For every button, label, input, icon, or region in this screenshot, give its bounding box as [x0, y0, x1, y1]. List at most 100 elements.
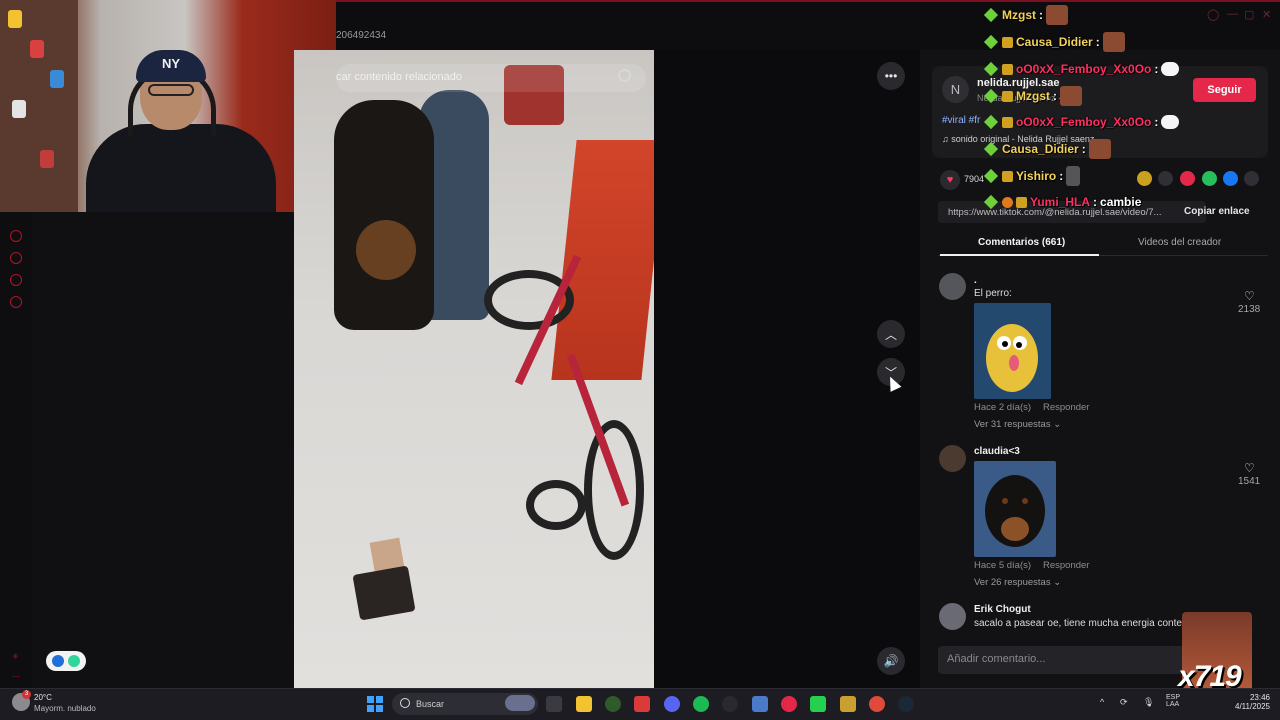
taskbar-clock[interactable]: 23:46 4/11/2025 [1226, 693, 1270, 711]
comment-like-icon[interactable]: ♡ [1244, 290, 1256, 302]
whatsapp-icon[interactable] [1202, 171, 1217, 186]
tab-comments[interactable]: Comentarios (661) [978, 237, 1065, 248]
green-app-icon[interactable] [810, 696, 826, 712]
dragon-meme-image[interactable] [974, 303, 1051, 399]
embed-icon[interactable] [1158, 171, 1173, 186]
minimize-icon[interactable]: — [1227, 8, 1238, 20]
comment-username[interactable]: . [974, 275, 977, 286]
history-icon[interactable] [10, 252, 22, 264]
language-indicator[interactable]: ESP LAA [1166, 694, 1180, 708]
weather-temperature[interactable]: 20°C [34, 693, 52, 702]
chrome-icon[interactable] [869, 696, 885, 712]
speaker-icon: 🔊 [883, 654, 899, 668]
face-emote-icon [1046, 5, 1068, 25]
discord-icon[interactable] [664, 696, 680, 712]
chat-message: Mzgst: [983, 4, 1068, 26]
extension-icon[interactable]: ✳ [12, 652, 19, 661]
tray-app-icon[interactable]: ⟳ [1120, 697, 1128, 708]
extension-blue-icon [52, 655, 64, 667]
chat-message: oO0xX_Femboy_Xx0Oo: [983, 58, 1180, 80]
search-icon[interactable] [618, 69, 631, 82]
view-replies-button[interactable]: Ver 26 respuestas ⌄ [974, 577, 1061, 588]
clock-time: 23:46 [1249, 693, 1270, 702]
sub-badge-icon [1002, 36, 1013, 48]
chat-message: Causa_Didier: [983, 138, 1111, 160]
webcam-overlay: NY [0, 0, 336, 212]
like-heart-icon[interactable]: ♥ [940, 170, 960, 190]
facebook-icon[interactable] [1223, 171, 1238, 186]
comment-avatar[interactable] [939, 445, 966, 472]
app-rail: ✳ ⋯ [0, 212, 32, 688]
obs-icon[interactable] [722, 696, 738, 712]
steam-icon[interactable] [898, 696, 914, 712]
chat-message: Yumi_HLA: cambie [983, 191, 1141, 213]
dog-chest [356, 220, 416, 280]
cap-logo: NY [162, 56, 181, 71]
coin-icon[interactable] [1137, 171, 1152, 186]
comment-like-icon[interactable]: ♡ [1244, 462, 1256, 474]
speech-bubble-emote-icon [1161, 62, 1180, 76]
figure-emote-icon [1066, 166, 1081, 186]
related-search-input[interactable]: car contenido relacionado [336, 71, 462, 83]
maximize-icon[interactable]: ▢ [1244, 8, 1254, 21]
comment-avatar[interactable] [939, 273, 966, 300]
search-highlight-icon[interactable] [505, 695, 535, 711]
home-icon[interactable] [10, 230, 22, 242]
chat-message: Yishiro: [983, 165, 1081, 187]
comment-avatar[interactable] [939, 603, 966, 630]
search-icon[interactable]: ◯ [1207, 8, 1219, 21]
reply-button[interactable]: Responder [1043, 402, 1089, 413]
comment-username[interactable]: Erik Chogut [974, 604, 1031, 615]
file-explorer-icon[interactable] [576, 696, 592, 712]
volume-button[interactable]: 🔊 [877, 647, 905, 675]
tab-creator-videos[interactable]: Videos del creador [1138, 237, 1221, 248]
start-icon[interactable] [367, 696, 383, 712]
spotify-icon[interactable] [693, 696, 709, 712]
red-app-icon[interactable] [634, 696, 650, 712]
stack-app-icon[interactable] [840, 696, 856, 712]
copy-link-button[interactable]: Copiar enlace [1184, 206, 1250, 217]
chat-message: oO0xX_Femboy_Xx0Oo: [983, 111, 1180, 133]
reply-button[interactable]: Responder [1043, 560, 1089, 571]
taskbar-search-label[interactable]: Buscar [416, 699, 444, 709]
sub-badge-icon [1002, 90, 1013, 102]
notepad-icon[interactable] [752, 696, 768, 712]
follow-button[interactable]: Seguir [1193, 78, 1256, 102]
sub-badge-icon [1002, 116, 1013, 128]
opera-icon[interactable] [781, 696, 797, 712]
author-avatar[interactable]: N [942, 76, 969, 103]
previous-video-button[interactable]: ︿ [877, 320, 905, 348]
microphone-icon[interactable]: 🎙 [1143, 697, 1154, 708]
messages-icon[interactable] [10, 274, 22, 286]
rottweiler-photo-image[interactable] [974, 461, 1056, 557]
comment-input-placeholder[interactable]: Añadir comentario... [947, 653, 1045, 665]
sub-badge-icon [1002, 63, 1013, 75]
comment-username[interactable]: claudia<3 [974, 446, 1020, 457]
xbox-icon[interactable] [605, 696, 621, 712]
gem-badge-icon [983, 7, 999, 23]
send-icon[interactable] [1180, 171, 1195, 186]
ellipsis-icon: ••• [884, 69, 898, 83]
extension-pill[interactable] [46, 651, 86, 671]
more-icon[interactable]: ⋯ [12, 672, 20, 681]
more-options-button[interactable]: ••• [877, 62, 905, 90]
red-wall [551, 140, 654, 380]
chat-username: Mzgst [1016, 89, 1050, 103]
close-icon[interactable]: ✕ [1262, 8, 1271, 21]
url-fragment: 206492434 [336, 30, 387, 41]
chat-username: Causa_Didier [1016, 35, 1093, 49]
hashtags[interactable]: #viral #fr [942, 115, 980, 126]
task-view-icon[interactable] [546, 696, 562, 712]
share-arrow-icon[interactable] [1244, 171, 1259, 186]
chat-username: oO0xX_Femboy_Xx0Oo [1016, 115, 1152, 129]
tray-chevron-icon[interactable]: ^ [1100, 697, 1104, 707]
comment-like-count: 2138 [1238, 304, 1261, 315]
streamer-torso [86, 124, 276, 212]
gem-badge-icon [983, 114, 999, 130]
weather-description[interactable]: Mayorm. nublado [34, 704, 96, 713]
settings-icon[interactable] [10, 296, 22, 308]
video-player[interactable] [294, 50, 654, 688]
view-replies-button[interactable]: Ver 31 respuestas ⌄ [974, 419, 1061, 430]
toy-figure [40, 150, 54, 168]
gem-badge-icon [983, 168, 999, 184]
